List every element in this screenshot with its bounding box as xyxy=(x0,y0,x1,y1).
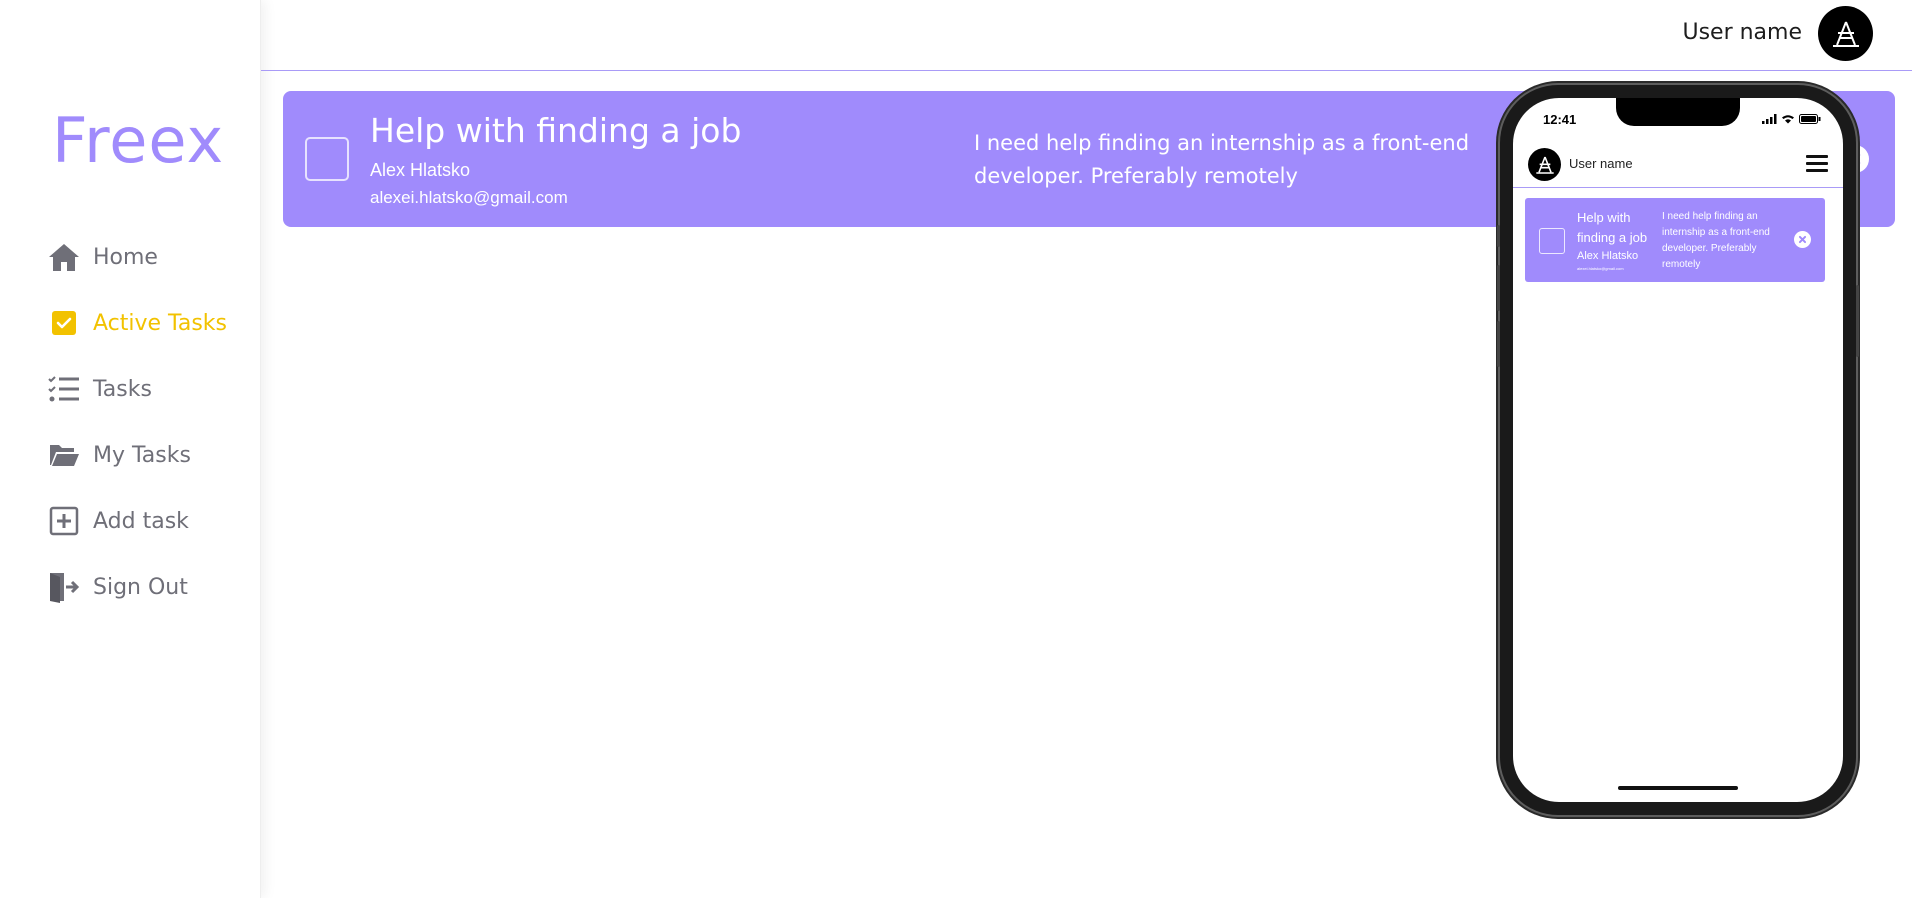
logo-avatar-icon xyxy=(1535,156,1554,174)
sidebar-item-label: My Tasks xyxy=(93,442,191,468)
phone-task-checkbox[interactable] xyxy=(1539,228,1565,254)
hamburger-menu-icon[interactable] xyxy=(1806,155,1828,176)
phone-task-email: alexei.hlatsko@gmail.com xyxy=(1577,266,1624,271)
sidebar-item-active-tasks[interactable]: Active Tasks xyxy=(48,290,227,356)
signal-icon xyxy=(1762,114,1777,124)
plus-square-icon xyxy=(48,505,80,537)
sidebar-item-tasks[interactable]: Tasks xyxy=(48,356,227,422)
phone-task-card[interactable]: Help with finding a job Alex Hlatsko ale… xyxy=(1525,198,1825,282)
task-title: Help with finding a job xyxy=(370,111,742,150)
sidebar-item-home[interactable]: Home xyxy=(48,224,227,290)
phone-task-description: I need help finding an internship as a f… xyxy=(1662,211,1770,270)
phone-header-username[interactable]: User name xyxy=(1569,156,1633,171)
checkbox-checked-icon xyxy=(48,307,80,339)
logo-avatar-icon xyxy=(1832,21,1859,47)
phone-task-author: Alex Hlatsko xyxy=(1577,250,1639,262)
phone-task-title: Help with finding a job xyxy=(1577,210,1648,245)
sidebar-item-add-task[interactable]: Add task xyxy=(48,488,227,554)
sidebar-item-label: Add task xyxy=(93,508,189,534)
sidebar-item-label: Home xyxy=(93,244,158,270)
sidebar-item-sign-out[interactable]: Sign Out xyxy=(48,554,227,620)
phone-header: User name xyxy=(1513,138,1843,188)
phone-volume-down-button xyxy=(1497,321,1500,367)
sidebar-item-label: Tasks xyxy=(93,376,152,402)
sidebar-item-label: Active Tasks xyxy=(93,310,227,336)
task-author: Alex Hlatsko xyxy=(370,160,471,180)
sign-out-icon xyxy=(48,571,80,603)
phone-notch xyxy=(1616,98,1740,126)
task-description: I need help finding an internship as a f… xyxy=(974,131,1470,188)
header-username[interactable]: User name xyxy=(1682,20,1802,45)
sidebar-item-label: Sign Out xyxy=(93,574,188,600)
sidebar-item-my-tasks[interactable]: My Tasks xyxy=(48,422,227,488)
close-icon[interactable] xyxy=(1794,231,1811,248)
phone-home-indicator xyxy=(1618,786,1738,790)
phone-status-icons xyxy=(1761,114,1821,124)
top-header: User name xyxy=(261,0,1912,71)
home-icon xyxy=(48,241,80,273)
battery-icon xyxy=(1799,114,1821,124)
sidebar: Freex Home Active Tasks Tasks My Tasks A… xyxy=(0,0,261,898)
task-checkbox[interactable] xyxy=(305,137,349,181)
task-email: alexei.hlatsko@gmail.com xyxy=(370,188,568,207)
phone-side-button xyxy=(1497,225,1500,247)
phone-power-button xyxy=(1856,285,1859,357)
avatar[interactable] xyxy=(1528,148,1561,181)
app-logo[interactable]: Freex xyxy=(52,104,224,177)
checklist-icon xyxy=(48,373,80,405)
phone-time: 12:41 xyxy=(1543,112,1577,127)
phone-mockup: 12:41 User name Help with finding a job … xyxy=(1497,85,1859,815)
phone-screen: 12:41 User name Help with finding a job … xyxy=(1513,98,1843,802)
wifi-icon xyxy=(1782,115,1794,124)
avatar[interactable] xyxy=(1818,6,1873,61)
phone-volume-up-button xyxy=(1497,265,1500,311)
folder-open-icon xyxy=(48,439,80,471)
sidebar-nav: Home Active Tasks Tasks My Tasks Add tas… xyxy=(48,224,227,620)
